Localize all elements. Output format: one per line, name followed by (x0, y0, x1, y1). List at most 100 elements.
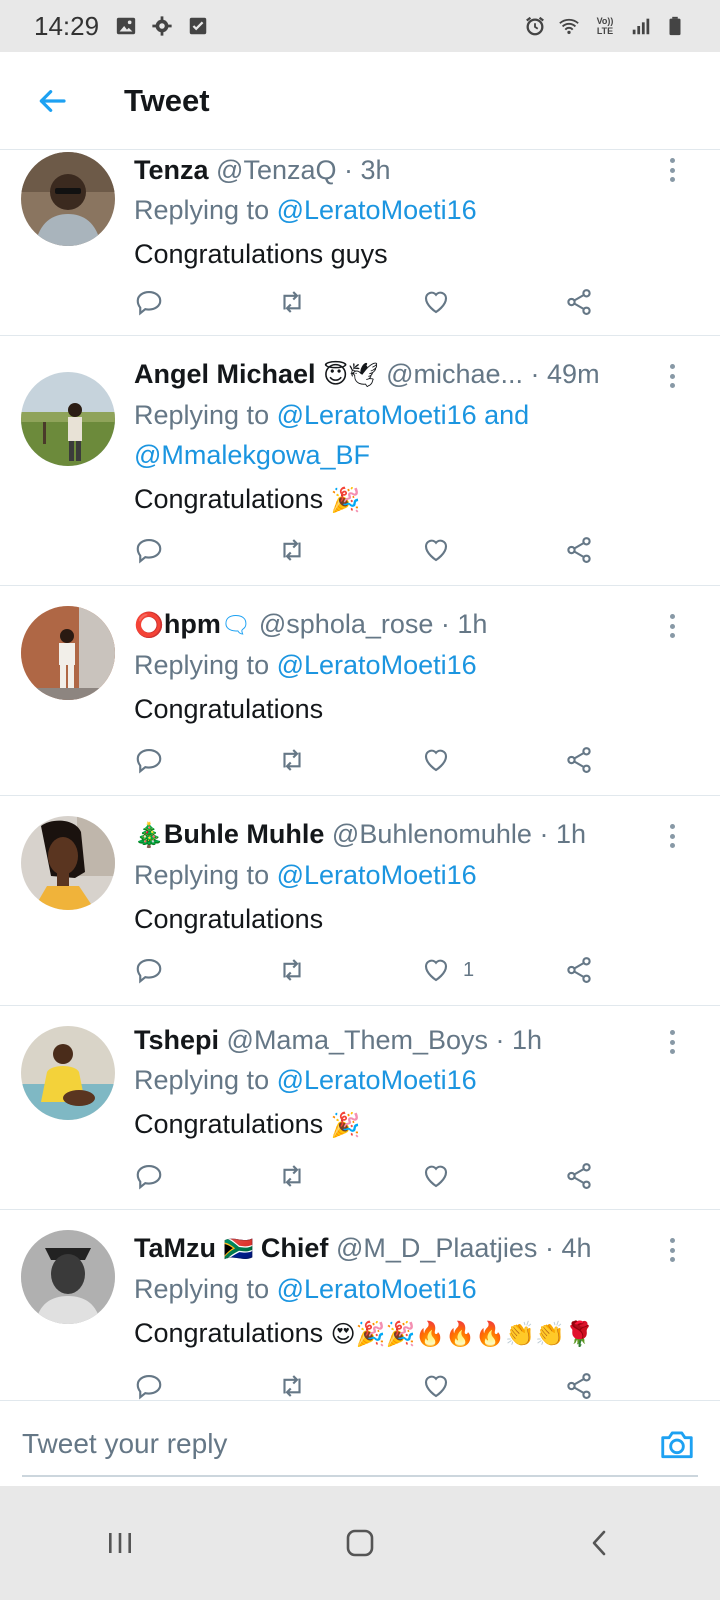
share-button[interactable] (564, 530, 604, 570)
like-button[interactable] (421, 1156, 564, 1196)
avatar[interactable] (21, 1230, 115, 1324)
status-right-icons: Vo)) LTE (524, 15, 686, 37)
heart-icon (424, 749, 448, 772)
tweet-actions: 1 (134, 950, 604, 990)
more-options-button[interactable] (662, 154, 682, 186)
replying-label: Replying to (134, 195, 270, 225)
mention-link[interactable]: @LeratoMoeti16 (277, 650, 477, 680)
back-nav-button[interactable] (570, 1513, 630, 1573)
mention-link[interactable]: @LeratoMoeti16 (277, 1274, 477, 1304)
volte-label: Vo)) LTE (596, 16, 614, 36)
avatar[interactable] (21, 1026, 115, 1120)
mention-link[interactable]: @LeratoMoeti16 and (277, 400, 530, 430)
tweet-time: · 1h (440, 609, 488, 639)
reply-button[interactable] (134, 950, 277, 990)
home-icon (346, 1529, 374, 1557)
share-button[interactable] (564, 740, 604, 780)
replying-label: Replying to (134, 650, 270, 680)
tweet-list[interactable]: Tenza @TenzaQ · 3h Replying to @LeratoMo… (0, 150, 720, 1428)
tweet-header: 🎄Buhle Muhle @Buhlenomuhle · 1h (134, 814, 680, 855)
more-options-button[interactable] (662, 820, 682, 852)
tweet-item[interactable]: ⭕hpm🗨 @sphola_rose · 1h Replying to @Ler… (0, 586, 720, 796)
reply-button[interactable] (134, 1156, 277, 1196)
tweet-text-body: Congratulations (134, 1318, 324, 1348)
retweet-button[interactable] (277, 950, 420, 990)
tweet-time: · 1h (539, 819, 586, 849)
like-button[interactable] (421, 282, 564, 322)
share-button[interactable] (564, 950, 604, 990)
mention-link[interactable]: @LeratoMoeti16 (277, 1065, 477, 1095)
retweet-button[interactable] (277, 740, 420, 780)
like-count: 1 (462, 958, 475, 981)
like-button[interactable]: 1 (421, 950, 564, 990)
author-handle[interactable]: @Buhlenomuhle (332, 819, 532, 849)
retweet-button[interactable] (277, 282, 420, 322)
tweet-item[interactable]: TaMzu 🇿🇦 Chief @M_D_Plaatjies · 4h Reply… (0, 1210, 720, 1428)
mention-link[interactable]: @LeratoMoeti16 (277, 195, 477, 225)
tweet-item[interactable]: Angel Michael 😇🕊 @michae... · 49m Replyi… (0, 336, 720, 586)
author-handle[interactable]: @sphola_rose (259, 609, 434, 639)
avatar[interactable] (21, 152, 115, 246)
author-name[interactable]: Angel Michael (134, 359, 316, 389)
author-handle[interactable]: @TenzaQ (216, 155, 336, 185)
retweet-button[interactable] (277, 530, 420, 570)
retweet-icon (283, 1375, 302, 1397)
more-options-button[interactable] (662, 1026, 682, 1058)
like-button[interactable] (421, 740, 564, 780)
author-name[interactable]: hpm (164, 609, 221, 639)
tweet-item[interactable]: Tenza @TenzaQ · 3h Replying to @LeratoMo… (0, 150, 720, 336)
status-bar: 14:29 Vo)) LTE (0, 0, 720, 52)
author-handle[interactable]: @Mama_Them_Boys (227, 1025, 489, 1055)
retweet-icon (283, 1165, 302, 1187)
alarm-icon (524, 15, 546, 37)
author-handle[interactable]: @michae... (386, 359, 523, 389)
avatar[interactable] (21, 606, 115, 700)
avatar[interactable] (21, 372, 115, 466)
share-icon (567, 747, 592, 773)
tweet-text: Congratulations guys (134, 234, 680, 274)
name-emoji: 🗨 (220, 611, 252, 639)
reply-input[interactable] (22, 1421, 622, 1467)
camera-button[interactable] (656, 1423, 698, 1465)
home-button[interactable] (330, 1513, 390, 1573)
gear-icon (151, 15, 173, 37)
share-button[interactable] (564, 1156, 604, 1196)
author-name[interactable]: TaMzu (134, 1233, 216, 1263)
replying-label: Replying to (134, 1274, 270, 1304)
replying-line: Replying to @LeratoMoeti16 (134, 855, 680, 895)
tweet-item[interactable]: 🎄Buhle Muhle @Buhlenomuhle · 1h Replying… (0, 796, 720, 1006)
more-options-button[interactable] (662, 1234, 682, 1266)
author-name[interactable]: Buhle Muhle (164, 819, 325, 849)
replying-line-continued: @Mmalekgowa_BF (134, 435, 680, 475)
author-name-tail[interactable]: Chief (261, 1233, 329, 1263)
tweet-item[interactable]: Tshepi @Mama_Them_Boys · 1h Replying to … (0, 1006, 720, 1210)
reply-button[interactable] (134, 740, 277, 780)
recent-apps-button[interactable] (90, 1513, 150, 1573)
avatar[interactable] (21, 816, 115, 910)
tweet-header: Tshepi @Mama_Them_Boys · 1h (134, 1020, 680, 1060)
mention-link[interactable]: @Mmalekgowa_BF (134, 440, 370, 470)
retweet-button[interactable] (277, 1156, 420, 1196)
page-title: Tweet (124, 82, 210, 118)
like-button[interactable] (421, 530, 564, 570)
reply-icon (136, 748, 162, 774)
replying-label: Replying to (134, 1065, 270, 1095)
share-button[interactable] (564, 282, 604, 322)
more-options-button[interactable] (662, 360, 682, 392)
author-name[interactable]: Tshepi (134, 1025, 219, 1055)
more-options-button[interactable] (662, 610, 682, 642)
tweet-time: · 1h (495, 1025, 543, 1055)
wifi-icon (558, 15, 580, 37)
mention-link[interactable]: @LeratoMoeti16 (277, 860, 477, 890)
back-button[interactable] (24, 73, 80, 129)
volte-icon: Vo)) LTE (592, 15, 618, 37)
tweet-header: Tenza @TenzaQ · 3h (134, 150, 680, 190)
reply-button[interactable] (134, 530, 277, 570)
reply-button[interactable] (134, 282, 277, 322)
author-handle[interactable]: @M_D_Plaatjies (336, 1233, 538, 1263)
tweet-actions (134, 530, 604, 570)
tweet-time: · 3h (344, 155, 391, 185)
reply-bar (0, 1400, 720, 1486)
author-name[interactable]: Tenza (134, 155, 209, 185)
tweet-text-body: Congratulations (134, 484, 324, 514)
